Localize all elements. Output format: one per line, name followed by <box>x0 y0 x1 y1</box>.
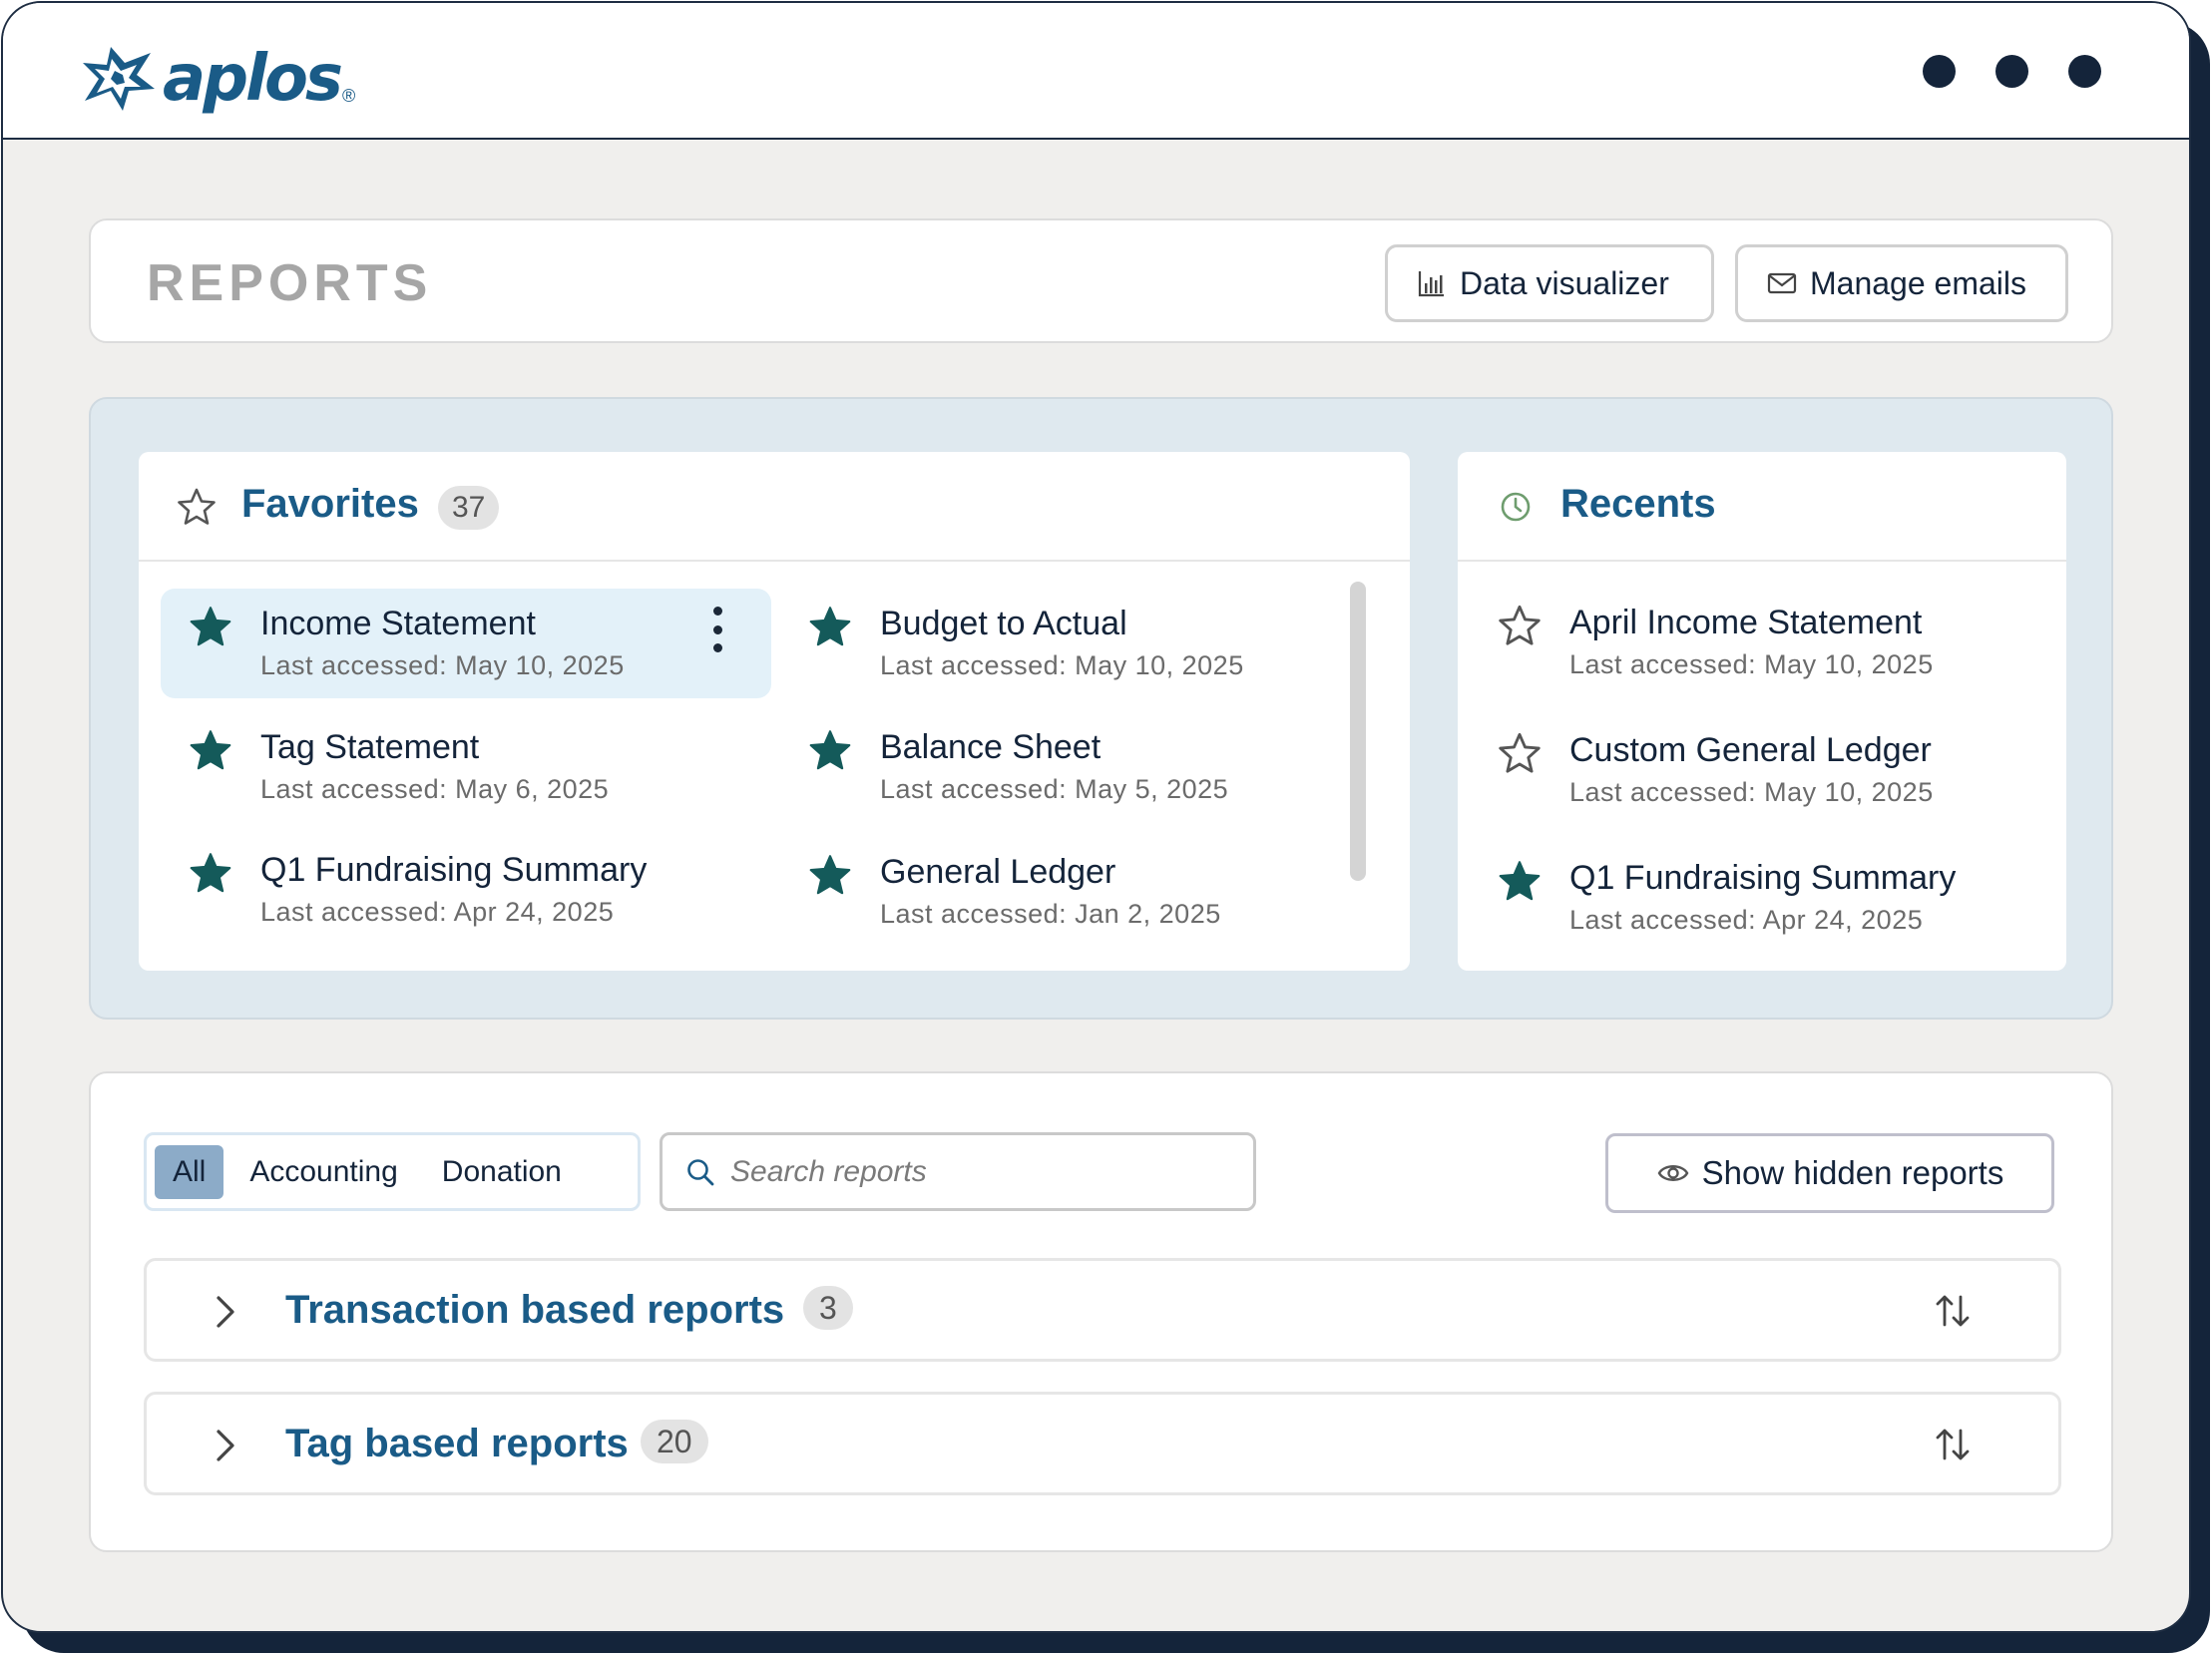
favorite-item-name: General Ledger <box>880 853 1116 891</box>
recents-header: Recents <box>1458 452 2066 562</box>
favorite-item-name: Balance Sheet <box>880 728 1102 766</box>
filter-tab-all[interactable]: All <box>155 1144 224 1199</box>
reports-header: REPORTS Data visualizer Manage emails <box>89 218 2113 343</box>
aplos-logo[interactable]: aplos ® <box>81 41 355 111</box>
recents-title: Recents <box>1560 482 1716 526</box>
star-outline-icon[interactable] <box>1498 604 1542 647</box>
title-bar: aplos ® <box>3 3 2189 140</box>
favorites-recents-panel: Favorites 37 Income Statement Last acces… <box>89 397 2113 1020</box>
more-options-icon[interactable] <box>707 607 727 652</box>
app-window: aplos ® REPORTS Data visualizer Manage e… <box>1 1 2191 1633</box>
bar-chart-icon <box>1418 271 1444 297</box>
recent-item[interactable]: April Income Statement Last accessed: Ma… <box>1470 588 2058 697</box>
filter-tab-accounting[interactable]: Accounting <box>231 1145 415 1199</box>
logo-registered-mark: ® <box>342 86 356 106</box>
reports-list-card: All Accounting Donation Show hidden repo… <box>89 1071 2113 1552</box>
section-count-badge: 20 <box>641 1420 708 1463</box>
show-hidden-reports-button[interactable]: Show hidden reports <box>1605 1133 2054 1213</box>
favorite-item-meta: Last accessed: Apr 24, 2025 <box>260 897 615 927</box>
favorites-card: Favorites 37 Income Statement Last acces… <box>139 452 1410 971</box>
recent-item-name: Q1 Fundraising Summary <box>1569 859 1957 897</box>
eye-icon <box>1657 1165 1689 1181</box>
recent-item-name: Custom General Ledger <box>1569 731 1932 769</box>
favorite-item[interactable]: Budget to Actual Last accessed: May 10, … <box>780 589 1319 698</box>
sort-icon[interactable] <box>1933 1291 1973 1331</box>
chevron-right-icon[interactable] <box>209 1427 242 1464</box>
window-dot-icon[interactable] <box>1995 55 2028 88</box>
recents-card: Recents April Income Statement Last acce… <box>1458 452 2066 971</box>
clock-icon <box>1501 492 1531 522</box>
star-filled-icon[interactable] <box>808 728 852 772</box>
page-title: REPORTS <box>147 254 433 312</box>
favorite-item-name: Income Statement <box>260 605 536 642</box>
favorite-item-name: Budget to Actual <box>880 605 1127 642</box>
star-outline-icon[interactable] <box>1498 731 1542 775</box>
recent-item[interactable]: Custom General Ledger Last accessed: May… <box>1470 715 2058 825</box>
category-filter-group: All Accounting Donation <box>144 1132 641 1211</box>
favorite-item-meta: Last accessed: May 10, 2025 <box>260 650 625 680</box>
favorite-item[interactable]: Tag Statement Last accessed: May 6, 2025 <box>161 712 771 822</box>
favorite-item[interactable]: Income Statement Last accessed: May 10, … <box>161 589 771 698</box>
favorite-item-meta: Last accessed: May 10, 2025 <box>880 650 1244 680</box>
aplos-star-logo-icon <box>83 47 155 111</box>
favorite-item-meta: Last accessed: May 5, 2025 <box>880 774 1229 804</box>
envelope-icon <box>1767 272 1797 294</box>
favorite-item[interactable]: Q1 Fundraising Summary Last accessed: Ap… <box>161 835 771 945</box>
search-input[interactable] <box>730 1154 1229 1189</box>
window-dot-icon[interactable] <box>2068 55 2101 88</box>
favorites-title: Favorites <box>241 482 419 526</box>
favorite-item-name: Tag Statement <box>260 728 480 766</box>
filter-tab-donation[interactable]: Donation <box>424 1145 580 1199</box>
manage-emails-label: Manage emails <box>1810 264 2026 301</box>
section-transaction-based-reports[interactable]: Transaction based reports 3 <box>144 1258 2061 1362</box>
favorites-scrollbar[interactable] <box>1350 582 1366 881</box>
recent-item-meta: Last accessed: May 10, 2025 <box>1569 777 1934 807</box>
star-outline-icon <box>178 488 216 525</box>
favorite-item-meta: Last accessed: Jan 2, 2025 <box>880 899 1221 929</box>
logo-wordmark: aplos <box>163 42 343 116</box>
search-box[interactable] <box>660 1132 1256 1211</box>
show-hidden-reports-label: Show hidden reports <box>1701 1154 2004 1191</box>
star-filled-icon[interactable] <box>189 728 232 772</box>
favorites-header: Favorites 37 <box>139 452 1410 562</box>
favorite-item-meta: Last accessed: May 6, 2025 <box>260 774 610 804</box>
star-filled-icon[interactable] <box>808 853 852 897</box>
sort-icon[interactable] <box>1933 1425 1973 1464</box>
window-menu-dots[interactable] <box>1923 55 2101 88</box>
favorite-item[interactable]: Balance Sheet Last accessed: May 5, 2025 <box>780 712 1319 822</box>
section-title: Tag based reports <box>285 1422 629 1465</box>
favorite-item-name: Q1 Fundraising Summary <box>260 851 648 889</box>
recent-item[interactable]: Q1 Fundraising Summary Last accessed: Ap… <box>1470 843 2058 953</box>
star-filled-icon[interactable] <box>808 605 852 648</box>
section-count-badge: 3 <box>803 1286 853 1330</box>
window-dot-icon[interactable] <box>1923 55 1956 88</box>
section-tag-based-reports[interactable]: Tag based reports 20 <box>144 1392 2061 1495</box>
chevron-right-icon[interactable] <box>209 1293 242 1331</box>
star-filled-icon[interactable] <box>1498 859 1542 903</box>
recent-item-meta: Last accessed: May 10, 2025 <box>1569 649 1934 679</box>
favorite-item[interactable]: General Ledger Last accessed: Jan 2, 202… <box>780 837 1319 947</box>
recent-item-name: April Income Statement <box>1569 604 1923 641</box>
manage-emails-button[interactable]: Manage emails <box>1735 244 2068 322</box>
recent-item-meta: Last accessed: Apr 24, 2025 <box>1569 905 1924 935</box>
favorites-count-badge: 37 <box>438 486 500 530</box>
data-visualizer-button[interactable]: Data visualizer <box>1385 244 1714 322</box>
star-filled-icon[interactable] <box>189 851 232 895</box>
section-title: Transaction based reports <box>285 1288 785 1332</box>
search-icon <box>687 1158 714 1185</box>
data-visualizer-label: Data visualizer <box>1460 264 1669 301</box>
star-filled-icon[interactable] <box>189 605 232 648</box>
